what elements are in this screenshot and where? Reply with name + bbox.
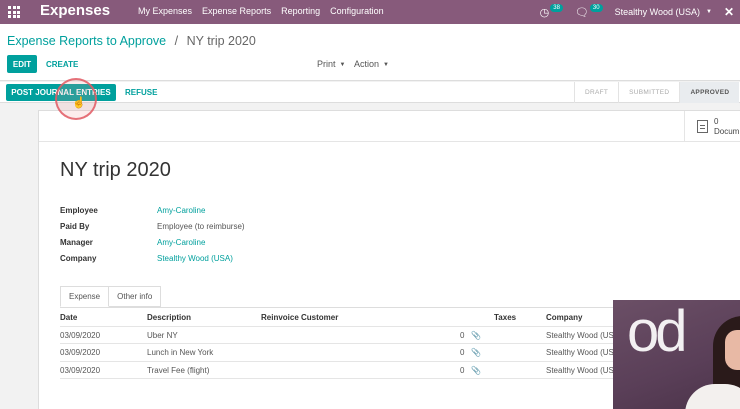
column-company[interactable]: Company — [546, 313, 582, 322]
breadcrumb-separator: / — [174, 34, 179, 48]
stage-draft[interactable]: DRAFT — [574, 82, 618, 103]
top-navbar: Expenses My Expenses Expense Reports Rep… — [0, 0, 740, 24]
column-description[interactable]: Description — [147, 313, 191, 322]
field-label: Employee — [60, 205, 98, 215]
breadcrumb: Expense Reports to Approve / NY trip 202… — [7, 34, 256, 48]
column-reinvoice-customer[interactable]: Reinvoice Customer — [261, 313, 338, 322]
main-menu: My Expenses Expense Reports Reporting Co… — [138, 6, 394, 16]
smart-button-box: 0 Docum — [39, 111, 740, 142]
chat-icon: 🗨 — [574, 6, 589, 19]
paid-by-value: Employee (to reimburse) — [157, 221, 245, 231]
activity-count-badge: 38 — [550, 4, 563, 12]
documents-smart-button[interactable]: 0 Docum — [684, 111, 740, 142]
cell-attachment-count: 0 — [460, 348, 465, 357]
action-dropdown[interactable]: Action ▼ — [354, 59, 389, 69]
cell-date: 03/09/2020 — [60, 348, 101, 357]
field-label: Manager — [60, 237, 93, 247]
cell-date: 03/09/2020 — [60, 330, 101, 340]
edit-button[interactable]: EDIT — [7, 55, 37, 73]
presenter-face — [725, 330, 740, 370]
menu-configuration[interactable]: Configuration — [330, 6, 384, 16]
messages-menu[interactable]: 🗨 30 — [574, 4, 603, 19]
employee-link[interactable]: Amy-Caroline — [157, 206, 205, 215]
presenter-video-overlay: od — [613, 300, 740, 409]
field-manager: Manager Amy-Caroline — [60, 234, 245, 250]
notebook-tabs: Expense Other info — [60, 286, 162, 307]
breadcrumb-current: NY trip 2020 — [186, 34, 256, 48]
cell-description: Lunch in New York — [147, 348, 214, 357]
cell-company: Stealthy Wood (US — [546, 330, 614, 340]
clock-icon: ◷ — [539, 6, 550, 19]
company-link[interactable]: Stealthy Wood (USA) — [157, 254, 233, 263]
status-bar: POST JOURNAL ENTRIES REFUSE DRAFT SUBMIT… — [0, 82, 740, 103]
cell-date: 03/09/2020 — [60, 365, 101, 375]
systray: ◷ 38 🗨 30 Stealthy Wood (USA) ▼ ✕ — [540, 0, 740, 24]
company-switcher[interactable]: Stealthy Wood (USA) — [615, 7, 700, 17]
documents-count: 0 — [714, 116, 719, 126]
cell-description: Travel Fee (flight) — [147, 365, 210, 375]
document-icon — [697, 120, 708, 133]
cell-company: Stealthy Wood (US — [546, 348, 614, 357]
cell-attachment-count: 0 — [460, 365, 465, 375]
hand-pointer-icon: ☝ — [72, 97, 86, 109]
cell-company: Stealthy Wood (US — [546, 365, 614, 375]
bug-icon[interactable]: ✕ — [724, 5, 734, 19]
field-paid-by: Paid By Employee (to reimburse) — [60, 218, 245, 234]
paperclip-icon[interactable]: 📎 — [471, 331, 481, 340]
chevron-down-icon[interactable]: ▼ — [706, 9, 712, 15]
caret-down-icon: ▼ — [339, 62, 346, 68]
refuse-button[interactable]: REFUSE — [125, 88, 157, 97]
paperclip-icon[interactable]: 📎 — [471, 366, 481, 375]
column-taxes[interactable]: Taxes — [494, 313, 516, 322]
action-label: Action — [354, 59, 380, 69]
odoo-logo: od — [627, 300, 687, 364]
stage-pipeline: DRAFT SUBMITTED APPROVED — [574, 82, 740, 103]
control-panel: Expense Reports to Approve / NY trip 202… — [0, 24, 740, 81]
breadcrumb-parent[interactable]: Expense Reports to Approve — [7, 34, 166, 48]
print-label: Print — [317, 59, 336, 69]
activity-menu[interactable]: ◷ 38 — [539, 4, 563, 19]
field-company: Company Stealthy Wood (USA) — [60, 250, 245, 266]
stage-approved[interactable]: APPROVED — [679, 82, 740, 103]
record-title: NY trip 2020 — [60, 159, 171, 181]
tab-expense[interactable]: Expense — [60, 286, 110, 307]
form-fields: Employee Amy-Caroline Paid By Employee (… — [60, 202, 245, 266]
menu-reporting[interactable]: Reporting — [281, 6, 320, 16]
stage-submitted[interactable]: SUBMITTED — [618, 82, 679, 103]
documents-label: Docum — [714, 126, 740, 136]
cell-attachment-count: 0 — [460, 330, 465, 340]
field-employee: Employee Amy-Caroline — [60, 202, 245, 218]
menu-expense-reports[interactable]: Expense Reports — [202, 6, 271, 16]
caret-down-icon: ▼ — [383, 62, 389, 68]
manager-link[interactable]: Amy-Caroline — [157, 238, 205, 247]
app-title[interactable]: Expenses — [40, 2, 110, 19]
apps-grid-icon[interactable] — [8, 6, 20, 18]
create-button[interactable]: CREATE — [46, 60, 78, 69]
field-label: Company — [60, 253, 97, 263]
column-date[interactable]: Date — [60, 313, 77, 322]
tab-other-info[interactable]: Other info — [109, 286, 162, 307]
message-count-badge: 30 — [589, 4, 603, 12]
cell-description: Uber NY — [147, 330, 178, 340]
menu-my-expenses[interactable]: My Expenses — [138, 6, 192, 16]
paperclip-icon[interactable]: 📎 — [471, 348, 481, 357]
print-dropdown[interactable]: Print ▼ — [317, 59, 345, 69]
presenter-shoulder — [685, 384, 740, 409]
field-label: Paid By — [60, 221, 90, 231]
